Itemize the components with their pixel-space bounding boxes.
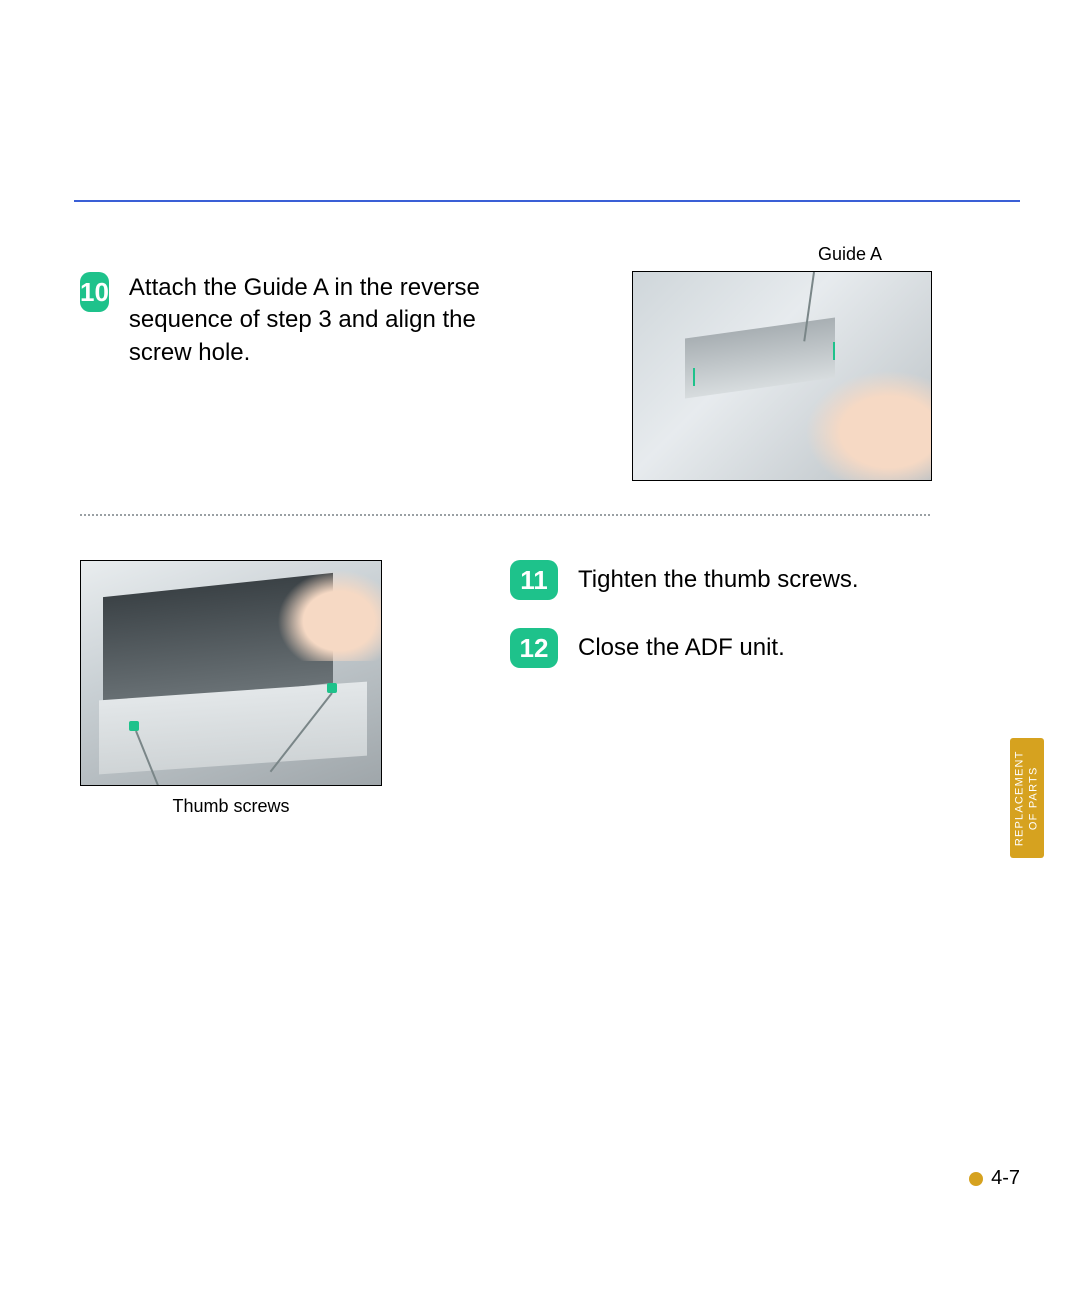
dotted-separator bbox=[80, 514, 930, 516]
page-number: 4-7 bbox=[969, 1167, 1020, 1190]
step-12-text: Close the ADF unit. bbox=[578, 634, 785, 662]
figure-thumb-screws-caption: Thumb screws bbox=[80, 796, 382, 817]
step-11: 11 Tighten the thumb screws. bbox=[510, 560, 930, 600]
section-tab: REPLACEMENT OF PARTS bbox=[1010, 738, 1044, 858]
step-12: 12 Close the ADF unit. bbox=[510, 628, 930, 668]
figure-guide-a-caption: Guide A bbox=[632, 244, 932, 265]
hand-graphic bbox=[791, 360, 931, 480]
figure-thumb-screws-image bbox=[80, 560, 382, 786]
page: 10 Attach the Guide A in the reverse seq… bbox=[0, 0, 1080, 1298]
steps-right: 11 Tighten the thumb screws. 12 Close th… bbox=[510, 560, 930, 696]
figure-guide-a: Guide A bbox=[632, 244, 932, 481]
step-badge-12: 12 bbox=[510, 628, 558, 668]
header-rule bbox=[74, 200, 1020, 202]
hand-graphic bbox=[267, 561, 382, 661]
step-badge-11: 11 bbox=[510, 560, 558, 600]
step-badge-10: 10 bbox=[80, 272, 109, 312]
section-tab-line2: OF PARTS bbox=[1028, 766, 1040, 830]
step-10: 10 Attach the Guide A in the reverse seq… bbox=[80, 272, 520, 369]
step-10-text: Attach the Guide A in the reverse sequen… bbox=[129, 272, 520, 369]
highlight-marker bbox=[693, 368, 695, 386]
highlight-marker bbox=[833, 342, 835, 360]
section-tab-line1: REPLACEMENT bbox=[1014, 750, 1026, 846]
section-tab-label: REPLACEMENT OF PARTS bbox=[1013, 750, 1042, 846]
page-number-bullet-icon bbox=[969, 1172, 983, 1186]
page-number-text: 4-7 bbox=[991, 1167, 1020, 1190]
highlight-marker bbox=[327, 683, 337, 693]
step-11-text: Tighten the thumb screws. bbox=[578, 566, 859, 594]
figure-thumb-screws: Thumb screws bbox=[80, 560, 382, 817]
highlight-marker bbox=[129, 721, 139, 731]
figure-guide-a-image bbox=[632, 271, 932, 481]
